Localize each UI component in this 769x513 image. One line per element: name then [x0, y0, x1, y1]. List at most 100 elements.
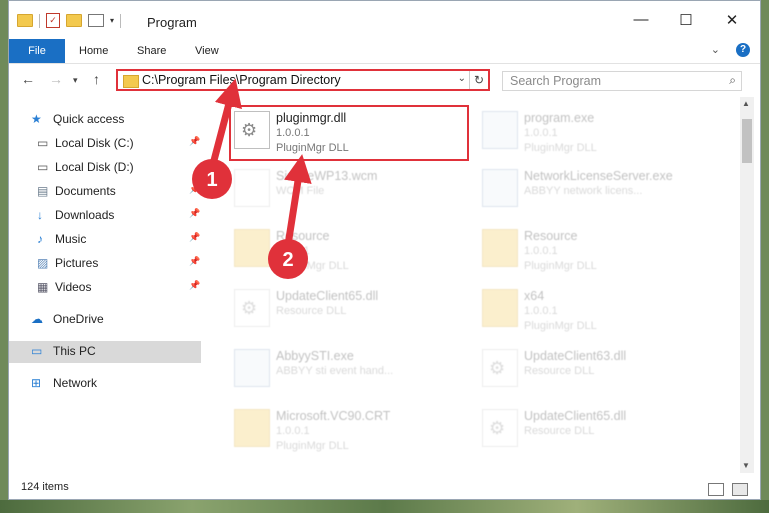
pin-icon[interactable]: 📌 — [189, 208, 200, 219]
search-placeholder: Search Program — [510, 74, 602, 88]
forward-icon[interactable]: → — [49, 71, 63, 87]
file-item[interactable]: program.exe 1.0.0.1 PluginMgr DLL — [462, 105, 702, 155]
file-name: AbbyySTI.exe — [276, 349, 354, 363]
dll-gear-icon: ⚙ — [482, 409, 518, 447]
drive-icon: ▭ — [37, 160, 49, 174]
close-icon[interactable]: ✕ — [717, 11, 747, 29]
folder-icon — [482, 289, 518, 327]
item-count: 124 items — [21, 481, 69, 493]
sidebar-item-label: Downloads — [55, 208, 115, 222]
network-icon: ⊞ — [31, 376, 42, 390]
gear-icon: ⚙ — [241, 298, 258, 318]
file-item[interactable]: SimpleWP13.wcm WCM File — [214, 163, 454, 213]
scroll-thumb[interactable] — [742, 119, 752, 163]
gear-icon: ⚙ — [489, 418, 506, 438]
file-item[interactable]: Resource 1.0.0.1 PluginMgr DLL — [462, 223, 702, 273]
scroll-down-icon[interactable]: ▼ — [742, 461, 750, 470]
sidebar-item-local-disk-d[interactable]: ▭ Local Disk (D:) — [9, 157, 201, 179]
tab-view[interactable]: View — [195, 39, 219, 63]
file-version: 1.0.0.1 — [524, 245, 558, 257]
file-name: SimpleWP13.wcm — [276, 169, 378, 183]
file-item[interactable]: ⚙ UpdateClient65.dll Resource DLL — [462, 403, 702, 453]
window-title: Program — [147, 15, 197, 30]
sidebar-item-pictures[interactable]: ▨ Pictures 📌 — [9, 253, 201, 275]
file-name: UpdateClient65.dll — [276, 289, 379, 303]
file-version: 1.0.0.1 — [524, 127, 558, 139]
refresh-icon[interactable]: ↻ — [469, 71, 488, 89]
back-icon[interactable]: ← — [21, 71, 35, 87]
sidebar-item-this-pc[interactable]: ▭ This PC — [9, 341, 201, 363]
ribbon-tabs: File Home Share View ⌄ ? — [9, 39, 760, 64]
sidebar-item-label: This PC — [53, 344, 96, 358]
scroll-up-icon[interactable]: ▲ — [742, 99, 750, 108]
cloud-icon: ☁ — [31, 312, 43, 326]
folder-icon[interactable] — [17, 14, 33, 27]
properties-check-icon[interactable]: ✓ — [46, 13, 60, 28]
sidebar-item-label: Local Disk (D:) — [55, 160, 134, 174]
dll-gear-icon: ⚙ — [482, 349, 518, 387]
details-view-icon[interactable] — [708, 483, 724, 496]
address-path[interactable]: C:\Program Files\Program Directory — [142, 73, 341, 87]
pin-icon[interactable]: 📌 — [189, 280, 200, 291]
drive-icon: ▭ — [37, 136, 49, 150]
vertical-scrollbar[interactable]: ▲ ▼ — [740, 97, 754, 473]
file-description: PluginMgr DLL — [524, 142, 597, 154]
file-version: ABBYY sti event hand... — [276, 365, 394, 377]
desktop-background — [0, 500, 769, 513]
file-item[interactable]: Microsoft.VC90.CRT 1.0.0.1 PluginMgr DLL — [214, 403, 454, 453]
address-bar[interactable]: C:\Program Files\Program Directory ⌄ ↻ — [116, 69, 490, 91]
file-item[interactable]: AbbyySTI.exe ABBYY sti event hand... — [214, 343, 454, 393]
recent-locations-icon[interactable]: ▾ — [73, 75, 78, 86]
file-name: UpdateClient63.dll — [524, 349, 627, 363]
expand-ribbon-icon[interactable]: ⌄ — [711, 43, 720, 56]
pin-icon[interactable]: 📌 — [189, 184, 200, 195]
file-item[interactable]: ⚙ UpdateClient65.dll Resource DLL — [214, 283, 454, 333]
pin-icon[interactable]: 📌 — [189, 256, 200, 267]
properties-icon[interactable] — [88, 14, 104, 27]
file-name: program.exe — [524, 111, 595, 125]
sidebar-item-local-disk-c[interactable]: ▭ Local Disk (C:) 📌 — [9, 133, 201, 155]
sidebar-item-label: Music — [55, 232, 87, 246]
large-icons-view-icon[interactable] — [732, 483, 748, 496]
sidebar-item-downloads[interactable]: ↓ Downloads 📌 — [9, 205, 201, 227]
tab-home[interactable]: Home — [79, 39, 108, 63]
search-input[interactable]: Search Program ⌕ — [502, 71, 742, 91]
file-item[interactable]: ⚙ UpdateClient63.dll Resource DLL — [462, 343, 702, 393]
file-highlight-box — [229, 105, 469, 161]
file-version: Resource DLL — [276, 305, 347, 317]
quick-access-toolbar: ✓ ▾ — [17, 13, 122, 28]
file-item[interactable]: Resource 1.0.0.1 PluginMgr DLL — [214, 223, 454, 273]
tab-share[interactable]: Share — [137, 39, 166, 63]
file-version: Resource DLL — [524, 425, 595, 437]
sidebar-item-quick-access[interactable]: ★ Quick access — [9, 109, 201, 131]
pin-icon[interactable]: 📌 — [189, 136, 200, 147]
help-icon[interactable]: ? — [736, 43, 750, 57]
title-bar: ✓ ▾ Program — ☐ ✕ — [9, 1, 760, 39]
sidebar-item-label: Network — [53, 376, 98, 390]
sidebar-item-music[interactable]: ♪ Music 📌 — [9, 229, 201, 251]
new-folder-icon[interactable] — [66, 14, 82, 27]
file-item[interactable]: x64 1.0.0.1 PluginMgr DLL — [462, 283, 702, 333]
sidebar-item-videos[interactable]: ▦ Videos 📌 — [9, 277, 201, 299]
search-icon[interactable]: ⌕ — [729, 73, 736, 88]
sidebar-item-documents[interactable]: ▤ Documents 📌 — [9, 181, 201, 203]
sidebar-item-onedrive[interactable]: ☁ OneDrive — [9, 309, 201, 331]
address-dropdown-icon[interactable]: ⌄ — [458, 73, 466, 84]
minimize-icon[interactable]: — — [626, 11, 656, 28]
folder-icon — [482, 229, 518, 267]
dll-gear-icon: ⚙ — [234, 289, 270, 327]
explorer-window: ✓ ▾ Program — ☐ ✕ File Home Share View ⌄… — [8, 0, 761, 500]
sidebar-item-network[interactable]: ⊞ Network — [9, 373, 201, 395]
file-name: Resource — [276, 229, 330, 243]
customize-dropdown-icon[interactable]: ▾ — [110, 16, 114, 25]
maximize-icon[interactable]: ☐ — [671, 11, 701, 29]
pin-icon[interactable]: 📌 — [189, 232, 200, 243]
file-name: Microsoft.VC90.CRT — [276, 409, 391, 423]
application-icon — [482, 111, 518, 149]
file-icon — [234, 169, 270, 207]
up-icon[interactable]: ↑ — [93, 71, 100, 87]
file-item[interactable]: NetworkLicenseServer.exe ABBYY network li… — [462, 163, 702, 213]
file-version: 1.0.0.1 — [524, 305, 558, 317]
divider — [120, 13, 122, 28]
tab-file[interactable]: File — [9, 39, 65, 63]
